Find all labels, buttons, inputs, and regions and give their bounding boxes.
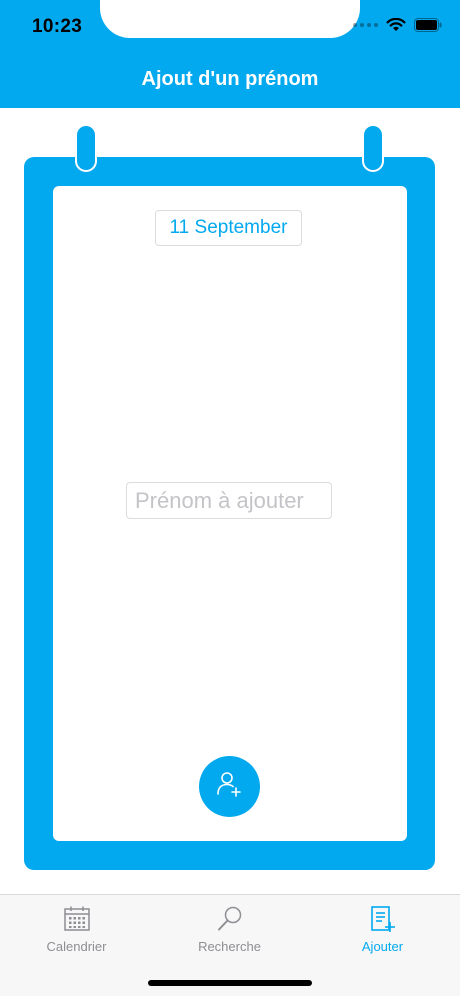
- magnifier-icon: [216, 905, 244, 933]
- screen: 10:23 Ajout d'un prénom 11 September Pré…: [0, 0, 460, 996]
- status-icons: [353, 18, 442, 32]
- page-title: Ajout d'un prénom: [141, 68, 319, 90]
- add-user-icon: [216, 770, 244, 803]
- header: 10:23 Ajout d'un prénom: [0, 0, 460, 108]
- wifi-icon: [386, 18, 406, 32]
- calendar-ring-right: [362, 124, 384, 172]
- tab-label-ajouter: Ajouter: [361, 939, 404, 954]
- status-time: 10:23: [32, 16, 83, 37]
- tab-calendrier[interactable]: Calendrier: [0, 895, 153, 965]
- tab-ajouter[interactable]: Ajouter: [306, 895, 459, 965]
- name-input[interactable]: [126, 482, 332, 519]
- home-indicator[interactable]: [148, 980, 312, 986]
- date-picker-button[interactable]: 11 September: [155, 210, 302, 246]
- add-entry-icon: [369, 905, 397, 933]
- battery-icon: [414, 18, 442, 32]
- calendar-ring-left: [75, 124, 97, 172]
- add-name-button[interactable]: [199, 756, 260, 817]
- cellular-signal-icon: [353, 23, 378, 27]
- tab-label-recherche: Recherche: [198, 939, 261, 954]
- tab-label-calendrier: Calendrier: [46, 939, 107, 954]
- calendar-icon: [63, 905, 91, 933]
- tab-recherche[interactable]: Recherche: [153, 895, 306, 965]
- device-notch: [100, 0, 360, 38]
